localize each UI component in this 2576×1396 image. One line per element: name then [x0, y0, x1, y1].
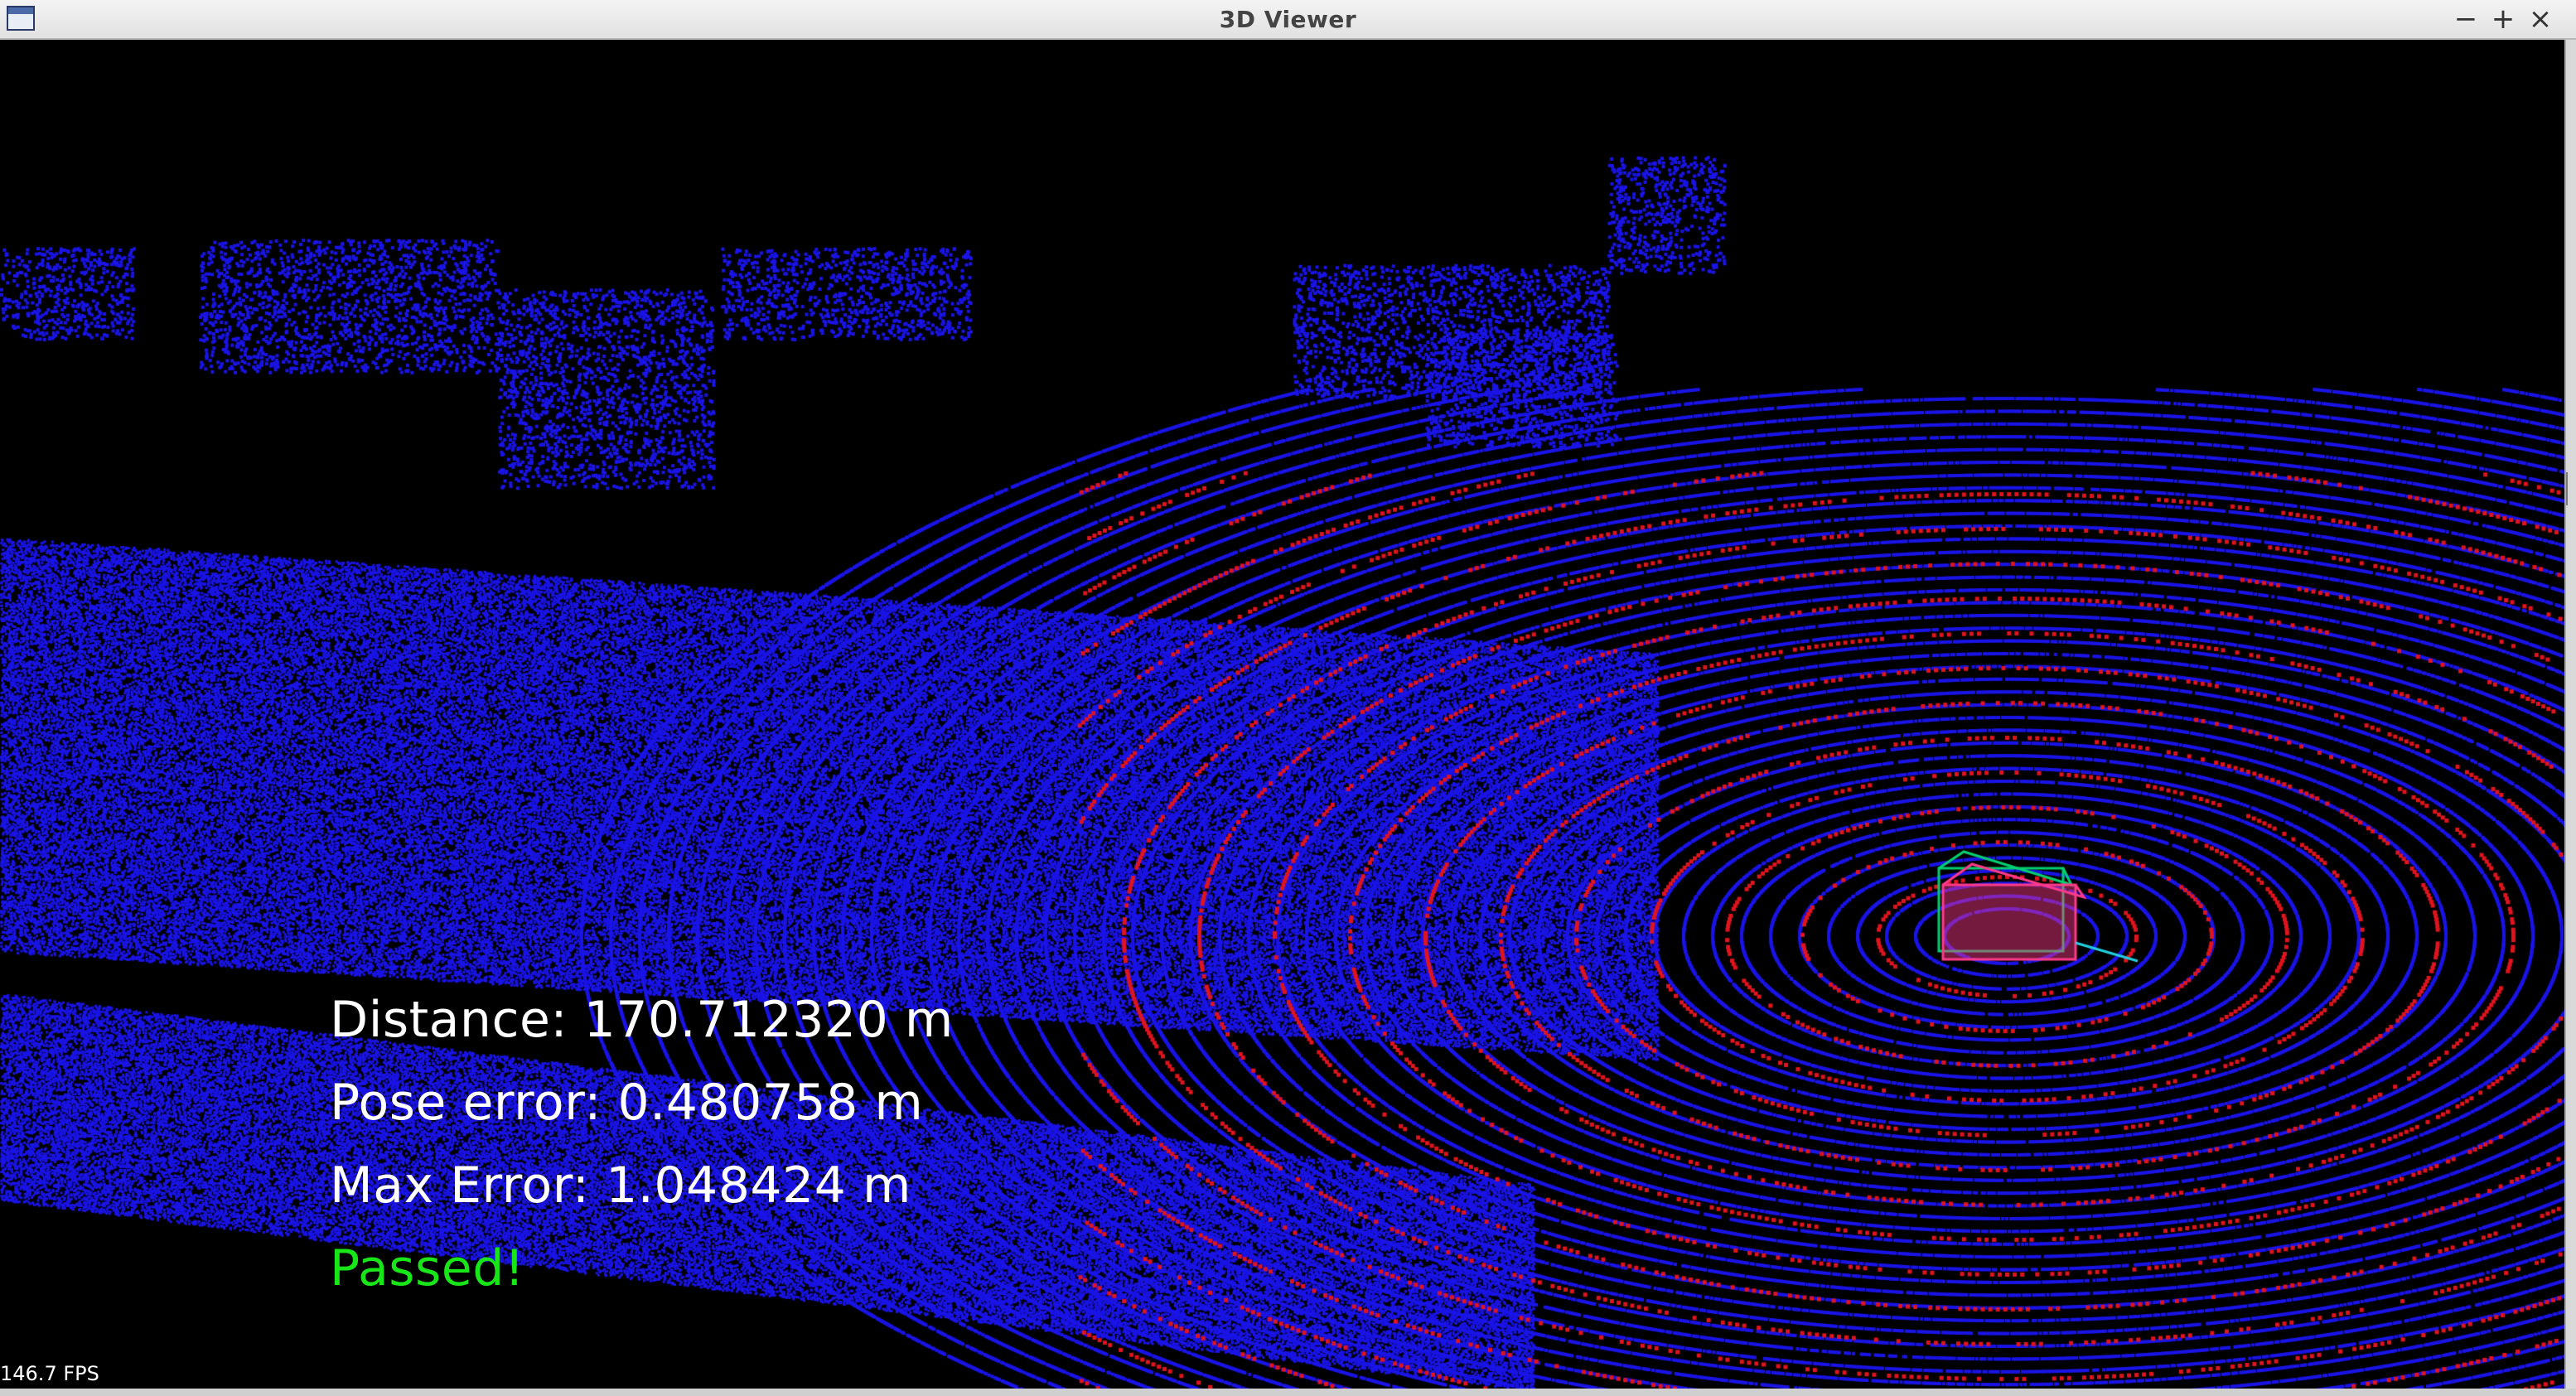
distance-readout: Distance: 170.712320 m: [330, 991, 954, 1049]
pose-error-readout: Pose error: 0.480758 m: [330, 1074, 924, 1132]
status-passed: Passed!: [330, 1239, 525, 1297]
viewer-window: 3D Viewer − + × Distance: 170.712320 m P…: [0, 0, 2576, 1396]
maximize-icon[interactable]: +: [2487, 0, 2520, 38]
side-scrollbar[interactable]: [2564, 40, 2576, 1396]
window-icon[interactable]: [7, 6, 35, 31]
fps-counter: 146.7 FPS: [0, 1362, 99, 1385]
bottom-edge: [0, 1389, 2576, 1396]
window-title: 3D Viewer: [1219, 5, 1357, 33]
scrollbar-grip[interactable]: [2566, 472, 2576, 505]
minimize-icon[interactable]: −: [2449, 0, 2482, 38]
title-bar[interactable]: 3D Viewer − + ×: [0, 0, 2576, 40]
max-error-readout: Max Error: 1.048424 m: [330, 1157, 911, 1215]
close-icon[interactable]: ×: [2524, 0, 2557, 38]
